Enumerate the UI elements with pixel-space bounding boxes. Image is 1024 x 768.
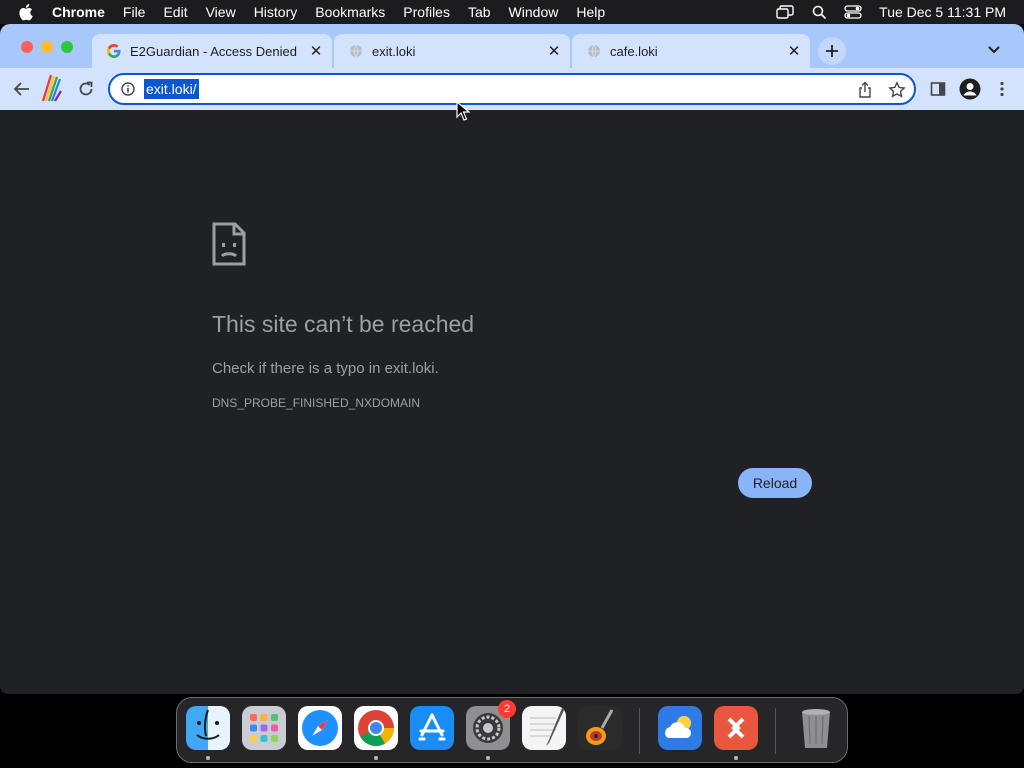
tab-title: exit.loki (372, 43, 416, 59)
toolbar: exit.loki/ (0, 68, 1024, 110)
mouse-cursor-icon (456, 100, 471, 121)
running-indicator (486, 756, 490, 760)
dock-separator (639, 708, 640, 754)
info-icon[interactable] (120, 81, 136, 97)
remote-desktop-icon[interactable] (714, 706, 758, 750)
menu-history[interactable]: History (254, 0, 298, 24)
tab-exit-loki[interactable]: exit.loki ✕ (334, 34, 570, 68)
menu-bar: Chrome File Edit View History Bookmarks … (0, 0, 1024, 24)
reload-icon[interactable] (74, 77, 98, 101)
control-center-icon[interactable] (843, 4, 863, 20)
finder-icon[interactable] (186, 706, 230, 750)
trash-icon[interactable] (794, 706, 838, 750)
running-indicator (374, 756, 378, 760)
menubar-clock[interactable]: Tue Dec 5 11:31 PM (879, 4, 1006, 20)
page-content: This site can’t be reached Check if ther… (0, 110, 1024, 694)
url-text[interactable]: exit.loki/ (144, 79, 199, 99)
error-code: DNS_PROBE_FINISHED_NXDOMAIN (212, 396, 421, 410)
share-icon[interactable] (856, 81, 874, 99)
zoom-window-button[interactable] (61, 41, 73, 53)
dock: 2 (176, 697, 848, 763)
apple-menu-icon[interactable] (18, 3, 36, 21)
close-tab-icon[interactable]: ✕ (544, 41, 564, 61)
app-store-icon[interactable] (410, 706, 454, 750)
profile-avatar-icon[interactable] (958, 77, 982, 101)
notification-badge: 2 (498, 700, 516, 718)
weather-icon[interactable] (658, 706, 702, 750)
error-description: Check if there is a typo in exit.loki. (212, 360, 439, 377)
back-arrow-icon[interactable] (10, 77, 34, 101)
tab-title: cafe.loki (610, 43, 658, 59)
chrome-icon[interactable] (354, 706, 398, 750)
menu-bookmarks[interactable]: Bookmarks (315, 0, 385, 24)
spotlight-search-icon[interactable] (809, 4, 829, 20)
launchpad-icon[interactable] (242, 706, 286, 750)
error-title: This site can’t be reached (212, 311, 475, 337)
safari-icon[interactable] (298, 706, 342, 750)
google-icon (106, 43, 122, 59)
tab-search-chevron-icon[interactable] (984, 40, 1004, 60)
running-indicator (206, 756, 210, 760)
side-panel-icon[interactable] (926, 77, 950, 101)
globe-icon (348, 43, 364, 59)
menu-tab[interactable]: Tab (468, 0, 491, 24)
new-tab-button[interactable] (818, 37, 846, 65)
tab-e2guardian[interactable]: E2Guardian - Access Denied ✕ (92, 34, 332, 68)
globe-icon (586, 43, 602, 59)
extension-logo-icon[interactable] (38, 72, 66, 106)
tab-strip: E2Guardian - Access Denied ✕ exit.loki ✕… (0, 24, 1024, 68)
close-tab-icon[interactable]: ✕ (784, 41, 804, 61)
menu-chrome[interactable]: Chrome (52, 0, 105, 24)
textedit-icon[interactable] (522, 706, 566, 750)
plus-icon (826, 45, 838, 57)
menu-help[interactable]: Help (576, 0, 605, 24)
menu-file[interactable]: File (123, 0, 146, 24)
minimize-window-button[interactable] (41, 41, 53, 53)
garageband-icon[interactable] (578, 706, 622, 750)
running-indicator (734, 756, 738, 760)
tab-cafe-loki[interactable]: cafe.loki ✕ (572, 34, 810, 68)
close-window-button[interactable] (21, 41, 33, 53)
close-tab-icon[interactable]: ✕ (306, 41, 326, 61)
menu-view[interactable]: View (206, 0, 236, 24)
menu-window[interactable]: Window (509, 0, 559, 24)
menu-edit[interactable]: Edit (163, 0, 187, 24)
reload-button[interactable]: Reload (738, 468, 812, 498)
bookmark-star-icon[interactable] (888, 81, 906, 99)
screen-mirroring-icon[interactable] (775, 4, 795, 20)
tab-title: E2Guardian - Access Denied (130, 43, 297, 59)
system-settings-icon[interactable]: 2 (466, 700, 516, 750)
browser-window: E2Guardian - Access Denied ✕ exit.loki ✕… (0, 24, 1024, 694)
more-menu-icon[interactable] (990, 77, 1014, 101)
dock-separator (775, 708, 776, 754)
sad-page-icon (212, 222, 246, 266)
address-bar[interactable]: exit.loki/ (108, 73, 916, 105)
menu-profiles[interactable]: Profiles (403, 0, 450, 24)
